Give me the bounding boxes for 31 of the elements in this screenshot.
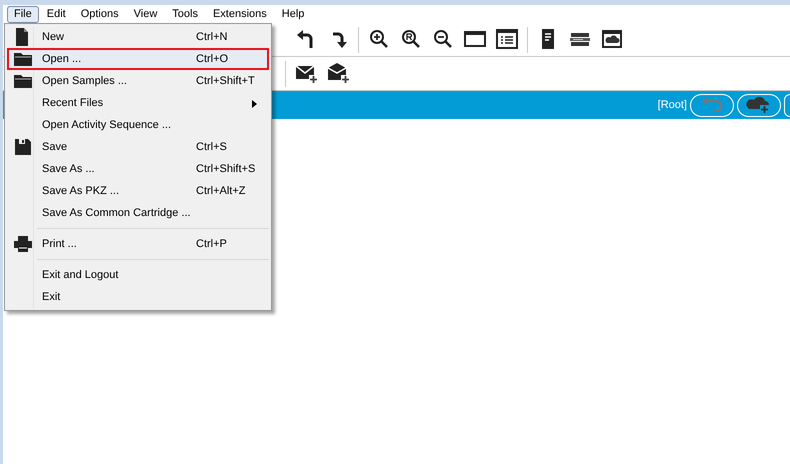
menu-item[interactable]: Options xyxy=(74,6,126,22)
menu-item[interactable]: Save Ctrl+S xyxy=(7,136,269,158)
menu-item[interactable]: Exit xyxy=(7,286,269,308)
menu-item[interactable]: Open ... Ctrl+O xyxy=(7,48,269,70)
menu-item[interactable]: Save As PKZ ... Ctrl+Alt+Z xyxy=(7,180,269,202)
list-window-button[interactable] xyxy=(495,28,519,52)
cloud-plus-icon xyxy=(746,96,772,114)
submenu-arrow-icon xyxy=(252,100,257,108)
menu-item[interactable]: Open Samples ... Ctrl+Shift+T xyxy=(7,70,269,92)
menu-item[interactable]: Open Activity Sequence ... xyxy=(7,114,269,136)
menu-item[interactable]: Save As ... Ctrl+Shift+S xyxy=(7,158,269,180)
folder-icon xyxy=(14,72,32,90)
menu-item[interactable]: Edit xyxy=(40,6,73,22)
menu-item[interactable]: Exit and Logout xyxy=(7,264,269,286)
folder-icon xyxy=(14,50,32,68)
back-button[interactable] xyxy=(690,94,734,116)
menu-item[interactable]: Print ... Ctrl+P xyxy=(7,233,269,255)
menu-item[interactable]: Help xyxy=(274,6,312,22)
menu-item[interactable]: File xyxy=(7,6,39,22)
menu-item[interactable]: View xyxy=(126,6,164,22)
printer-icon xyxy=(14,235,32,253)
menu-item[interactable]: Extensions xyxy=(206,6,274,22)
cloud-add-button[interactable] xyxy=(737,94,781,116)
menu-item[interactable]: Recent Files xyxy=(7,92,269,114)
breadcrumb: [Root] xyxy=(658,98,687,113)
pill-button[interactable] xyxy=(784,94,790,116)
box-plus-button[interactable] xyxy=(326,62,350,86)
back-arrow-icon xyxy=(700,97,724,113)
menu-item[interactable]: Save As Common Cartridge ... xyxy=(7,202,269,224)
menu-item[interactable]: Tools xyxy=(165,6,205,22)
menu-item[interactable]: New Ctrl+N xyxy=(7,26,269,48)
